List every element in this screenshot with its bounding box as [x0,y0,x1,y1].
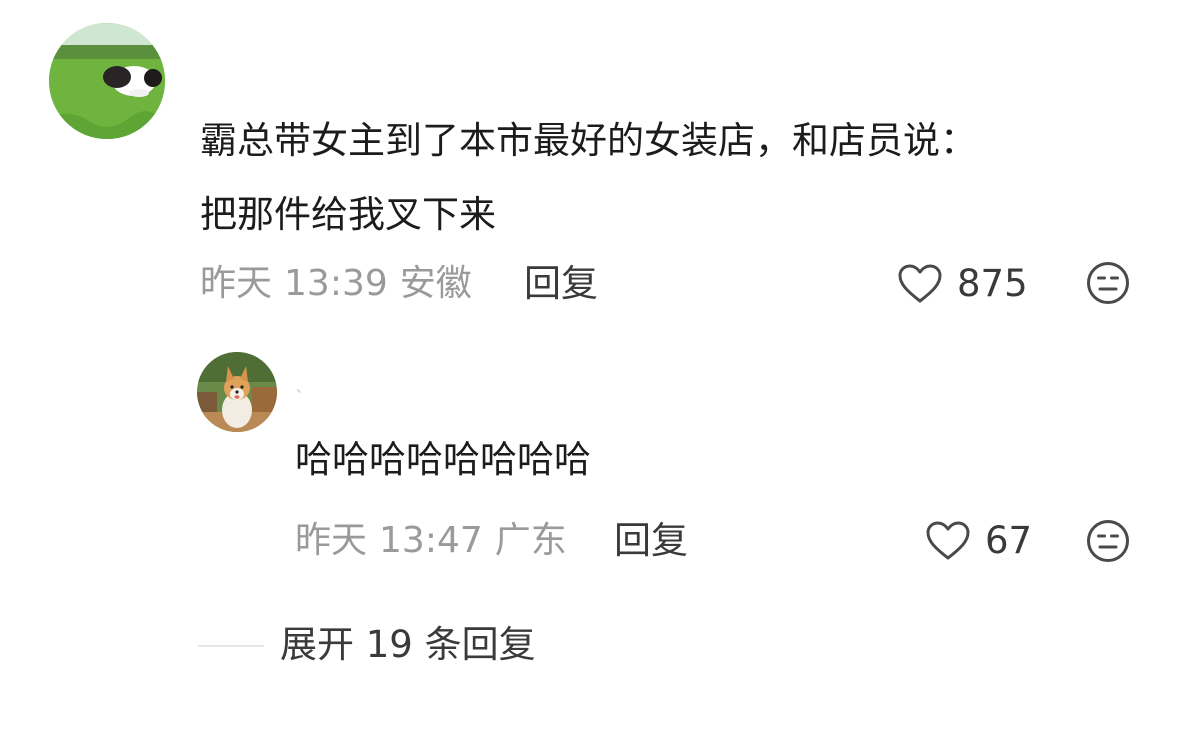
reply-reply-button[interactable]: 回复 [614,519,688,563]
expand-divider [198,645,264,647]
heart-outline-icon [898,264,942,303]
commenter-avatar[interactable] [49,23,165,139]
reply-date: 昨天 [295,520,368,561]
reply-time: 13:47 [379,520,483,561]
comment-location: 安徽 [399,263,472,304]
reply-location: 广东 [494,520,567,561]
corgi-avatar-image [197,352,277,432]
comment-reply-button[interactable]: 回复 [524,262,598,306]
comment-like-count: 875 [957,262,1028,305]
reply-text: 哈哈哈哈哈哈哈哈 [295,438,591,481]
heart-outline-icon [926,521,970,560]
comment-time: 13:39 [284,263,388,304]
comment-text-line1: 霸总带女主到了本市最好的女装店，和店员说： [200,119,977,162]
expand-replies-button[interactable]: 展开 19 条回复 [280,622,536,668]
meh-face-icon[interactable] [1086,261,1130,305]
reply-meta: 昨天 13:47 广东 [295,519,579,563]
reply-username[interactable]: 、 [296,380,310,396]
comment-meta: 昨天 13:39 安徽 [200,262,484,306]
dog-on-grass-avatar-image [49,23,165,139]
reply-like-count: 67 [985,519,1033,562]
comment-text-line2: 把那件给我叉下来 [200,193,496,236]
meh-face-icon[interactable] [1086,519,1130,563]
reply-avatar[interactable] [197,352,277,432]
comment-date: 昨天 [200,263,273,304]
comment-text: 霸总带女主到了本市最好的女装店，和店员说： 把那件给我叉下来 [200,104,1160,252]
reply-like-button[interactable]: 67 [925,519,1032,563]
comment-like-button[interactable]: 875 [897,262,1028,306]
